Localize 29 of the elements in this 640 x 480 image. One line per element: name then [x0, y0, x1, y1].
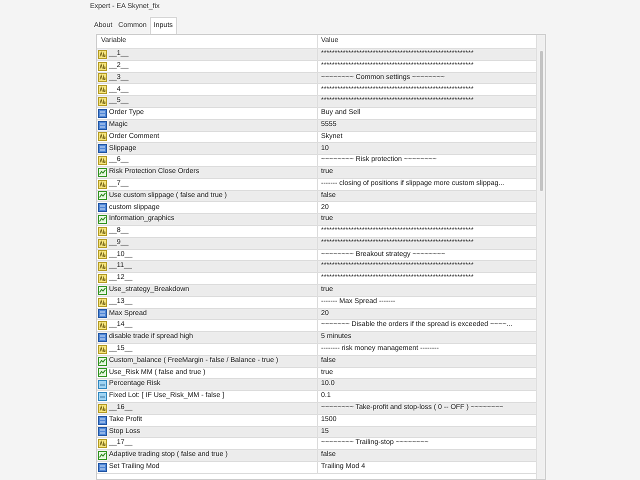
- text-type-icon: [98, 85, 107, 94]
- text-type-icon: [98, 298, 107, 307]
- text-type-icon: [98, 274, 107, 284]
- text-type-icon: [98, 50, 107, 59]
- text-type-icon: [98, 73, 107, 82]
- text-type-icon: [98, 250, 107, 260]
- chart-type-icon: [98, 286, 107, 295]
- text-type-icon: [98, 97, 107, 106]
- text-type-icon: [98, 404, 107, 413]
- chart-type-icon: [98, 191, 107, 200]
- text-type-icon: [98, 439, 107, 448]
- text-type-icon: [98, 226, 107, 236]
- text-type-icon: [98, 238, 107, 248]
- scrollbar-thumb[interactable]: [540, 51, 542, 191]
- chart-type-icon: [98, 450, 107, 460]
- decimal-type-icon: [98, 380, 107, 390]
- chart-type-icon: [98, 215, 107, 224]
- text-type-icon: [98, 344, 107, 354]
- text-type-icon: [98, 132, 107, 142]
- text-type-icon: [98, 180, 107, 189]
- chart-type-icon: [98, 168, 107, 177]
- chart-type-icon: [98, 356, 107, 366]
- text-type-icon: [98, 321, 107, 330]
- text-type-icon: [98, 156, 107, 166]
- text-type-icon: [98, 262, 107, 272]
- scrollbar[interactable]: [536, 35, 545, 479]
- chart-type-icon: [98, 368, 107, 378]
- decimal-type-icon: [98, 392, 107, 401]
- text-type-icon: [98, 62, 107, 71]
